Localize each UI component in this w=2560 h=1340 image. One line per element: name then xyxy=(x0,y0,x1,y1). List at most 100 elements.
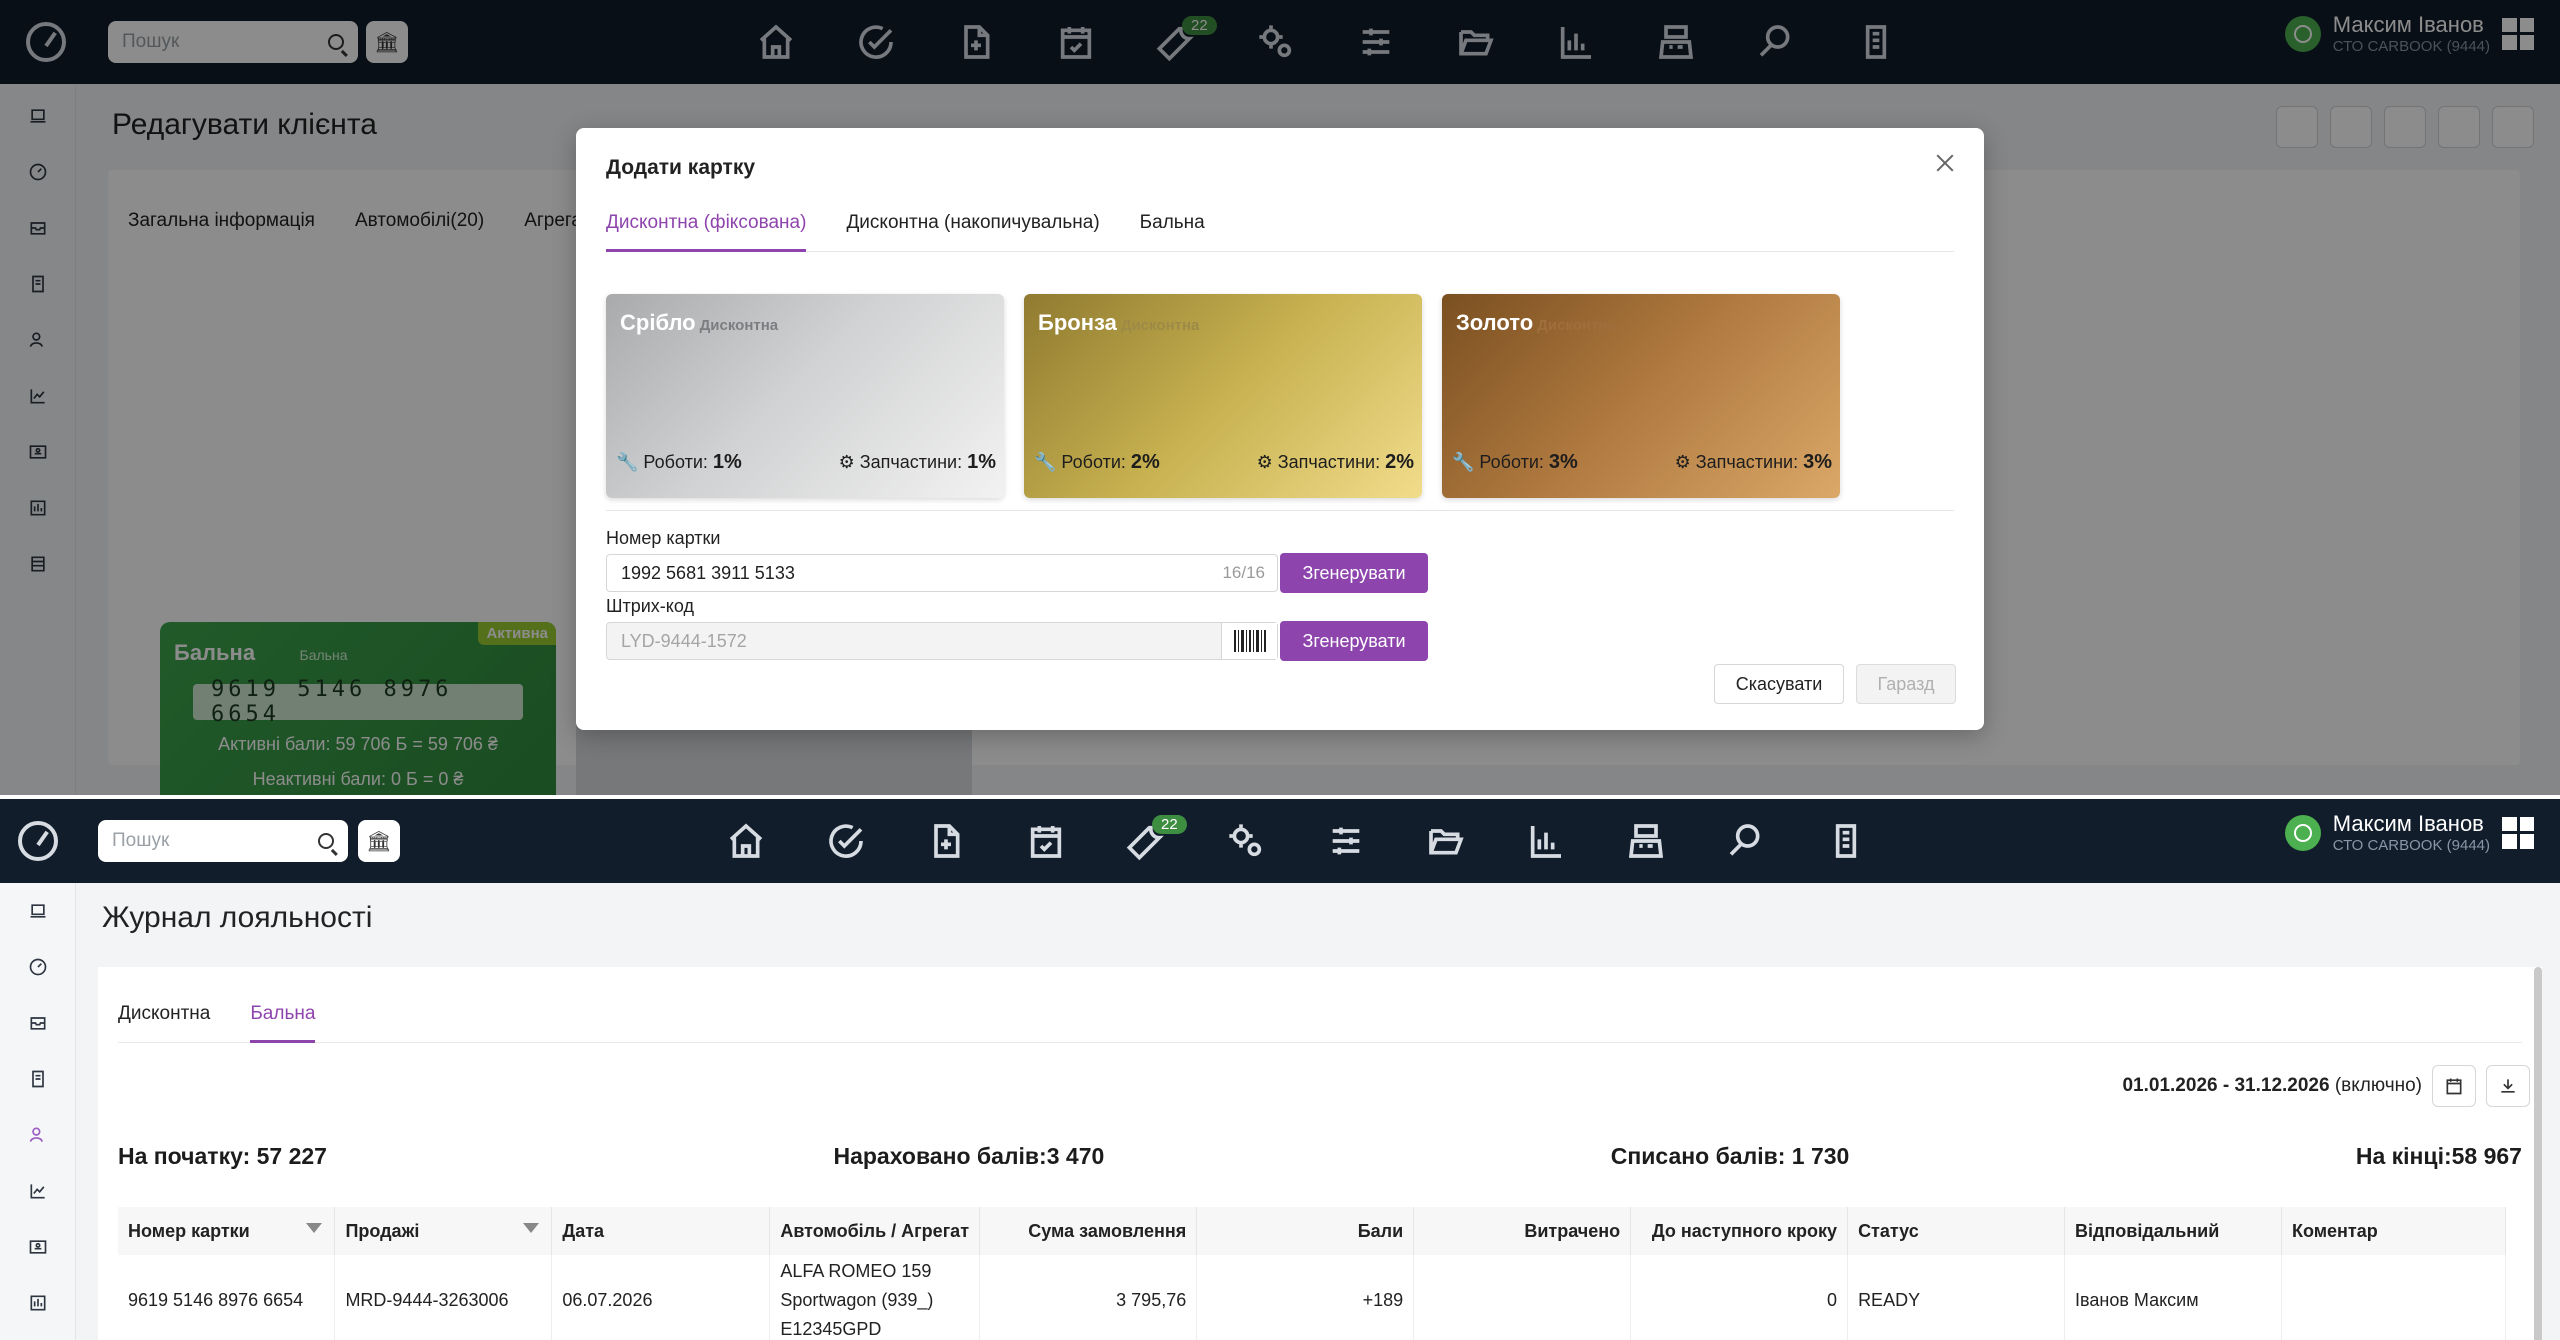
tab-discount-accumulative[interactable]: Дисконтна (накопичувальна) xyxy=(846,212,1099,252)
table-header-row: Номер картки Продажі Дата Автомобіль / А… xyxy=(118,1207,2507,1255)
period-range: 01.01.2026 - 31.12.2026 (включно) xyxy=(2122,1075,2422,1097)
filter-icon[interactable] xyxy=(523,1223,540,1233)
user-avatar-icon xyxy=(2284,814,2321,851)
cell-comment xyxy=(2281,1255,2507,1340)
summary-written-off: Списано балів: 1 730 xyxy=(1610,1143,1850,1169)
speedometer-logo-icon[interactable] xyxy=(18,821,58,861)
summary-start: На початку: 57 227 xyxy=(118,1143,327,1169)
cell-date: 06.07.2026 xyxy=(551,1255,771,1340)
barcode-icon[interactable] xyxy=(1221,623,1277,659)
loyalty-journal-screen: Пошук 🏛 22 Максим Іванов СТО CARBOOK (94… xyxy=(0,799,2560,1340)
col-comment[interactable]: Коментар xyxy=(2281,1207,2507,1255)
card-type-tabs: Дисконтна (фіксована) Дисконтна (накопич… xyxy=(606,212,1954,252)
bar-chart-icon[interactable] xyxy=(1496,817,1596,865)
car-plate: E12345GPD xyxy=(780,1318,882,1339)
generate-card-number-button[interactable]: Згенерувати xyxy=(1280,553,1428,593)
card-type: Дисконтна xyxy=(699,317,779,334)
line-chart-icon[interactable] xyxy=(0,1163,76,1219)
cell-status: READY xyxy=(1847,1255,2065,1340)
loyalty-journal-content: Журнал лояльності Дисконтна Бальна 01.01… xyxy=(76,883,2560,1340)
col-order-sum[interactable]: Сума замовлення xyxy=(979,1207,1198,1255)
parts-discount: ⚙ Запчастини: 2% xyxy=(1256,451,1414,473)
loyalty-icon[interactable] xyxy=(0,1107,76,1163)
tab-points[interactable]: Бальна xyxy=(250,1003,316,1043)
col-date[interactable]: Дата xyxy=(551,1207,771,1255)
works-discount: 🔧 Роботи: 1% xyxy=(616,451,742,473)
points-summary: На початку: 57 227 Нараховано балів:3 47… xyxy=(118,1143,2522,1170)
laptop-icon[interactable] xyxy=(0,883,76,939)
cell-responsible: Іванов Максим xyxy=(2064,1255,2282,1340)
cancel-button[interactable]: Скасувати xyxy=(1714,664,1844,704)
search-placeholder: Пошук xyxy=(112,830,170,851)
tab-discount-fixed[interactable]: Дисконтна (фіксована) xyxy=(606,212,807,252)
tab-discount[interactable]: Дисконтна xyxy=(118,1003,210,1043)
card-name: Золото xyxy=(1456,310,1534,335)
period-dates: 01.01.2026 - 31.12.2026 xyxy=(2122,1075,2330,1096)
card-type: Дисконтна xyxy=(1537,317,1616,334)
home-icon[interactable] xyxy=(696,817,796,865)
period-note: (включно) xyxy=(2334,1075,2422,1096)
tab-points[interactable]: Бальна xyxy=(1140,212,1205,252)
scrollbar[interactable] xyxy=(2534,967,2542,1340)
card-options: Срібло Дисконтна 🔧 Роботи: 1% ⚙ Запчастини… xyxy=(606,294,1840,498)
cell-sale[interactable]: MRD-9444-3263006 xyxy=(334,1255,553,1340)
gauge-icon[interactable] xyxy=(0,939,76,995)
folder-open-icon[interactable] xyxy=(1396,817,1496,865)
car-model: Sportwagon (939_) xyxy=(780,1289,934,1310)
id-card-icon[interactable] xyxy=(0,1219,76,1275)
card-number-value: 1992 5681 3911 5133 xyxy=(621,562,795,583)
calendar-check-icon[interactable] xyxy=(996,817,1096,865)
parts-discount: ⚙ Запчастини: 1% xyxy=(838,451,996,473)
silver-card-option[interactable]: Срібло Дисконтна 🔧 Роботи: 1% ⚙ Запчастини… xyxy=(606,294,1004,498)
col-card-number[interactable]: Номер картки xyxy=(118,1207,336,1255)
user-name: Максим Іванов xyxy=(2332,811,2484,836)
summary-end: На кінці:58 967 xyxy=(2355,1143,2522,1169)
cell-spent xyxy=(1413,1255,1632,1340)
check-circle-icon[interactable] xyxy=(796,817,896,865)
cell-car[interactable]: ALFA ROMEO 159 Sportwagon (939_) E12345G… xyxy=(769,1255,981,1340)
col-points[interactable]: Бали xyxy=(1196,1207,1415,1255)
col-responsible[interactable]: Відповідальний xyxy=(2064,1207,2282,1255)
gears-icon[interactable] xyxy=(1196,817,1296,865)
card-number-input[interactable]: 1992 5681 3911 5133 16/16 xyxy=(606,554,1278,592)
user-menu[interactable]: Максим Іванов СТО CARBOOK (9444) xyxy=(2284,811,2534,854)
table-row[interactable]: 9619 5146 8976 6654 MRD-9444-3263006 06.… xyxy=(118,1255,2507,1340)
parts-discount: ⚙ Запчастини: 3% xyxy=(1674,451,1832,473)
receipt-icon[interactable] xyxy=(0,1051,76,1107)
generate-barcode-button[interactable]: Згенерувати xyxy=(1280,621,1428,661)
sliders-icon[interactable] xyxy=(1296,817,1396,865)
wrench-icon[interactable]: 22 xyxy=(1096,815,1196,865)
col-status[interactable]: Статус xyxy=(1847,1207,2065,1255)
search-input[interactable]: Пошук xyxy=(98,820,348,862)
works-discount: 🔧 Роботи: 3% xyxy=(1452,451,1578,473)
search-user-icon[interactable] xyxy=(1696,817,1796,865)
col-car[interactable]: Автомобіль / Агрегат xyxy=(769,1207,981,1255)
side-rail xyxy=(0,883,76,1340)
bronze-card-option[interactable]: Бронза Дисконтна 🔧 Роботи: 2% ⚙ Запчастини… xyxy=(1024,294,1422,498)
divider xyxy=(606,510,1954,511)
filter-icon[interactable] xyxy=(306,1223,323,1233)
page-title: Журнал лояльності xyxy=(102,901,373,934)
list-icon[interactable] xyxy=(1796,817,1896,865)
col-next-step[interactable]: До наступного кроку xyxy=(1630,1207,1849,1255)
ok-button[interactable]: Гаразд xyxy=(1856,664,1956,704)
bank-icon[interactable]: 🏛 xyxy=(358,820,400,862)
gold-card-option[interactable]: Золото Дисконтна 🔧 Роботи: 3% ⚙ Запчастини… xyxy=(1442,294,1840,498)
cash-register-icon[interactable] xyxy=(1596,817,1696,865)
cell-order-sum: 3 795,76 xyxy=(979,1255,1198,1340)
calendar-icon[interactable] xyxy=(2432,1065,2476,1107)
cell-card-number: 9619 5146 8976 6654 xyxy=(118,1255,336,1340)
bottom-navbar: Пошук 🏛 22 Максим Іванов СТО CARBOOK (94… xyxy=(0,799,2560,883)
inbox-icon[interactable] xyxy=(0,995,76,1051)
apps-grid-icon[interactable] xyxy=(2502,816,2534,849)
download-icon[interactable] xyxy=(2486,1065,2530,1107)
new-document-icon[interactable] xyxy=(896,817,996,865)
close-icon[interactable] xyxy=(1932,150,1958,176)
stats-icon[interactable] xyxy=(0,1275,76,1331)
barcode-input[interactable]: LYD-9444-1572 xyxy=(606,622,1278,660)
col-sales[interactable]: Продажі xyxy=(334,1207,553,1255)
edit-client-screen: Пошук 🏛 22 Максим Іванов СТО CARBOOK (94… xyxy=(0,0,2560,795)
add-card-modal: Додати картку Дисконтна (фіксована) Диск… xyxy=(576,128,1984,730)
col-spent[interactable]: Витрачено xyxy=(1413,1207,1632,1255)
search-icon xyxy=(318,833,334,849)
